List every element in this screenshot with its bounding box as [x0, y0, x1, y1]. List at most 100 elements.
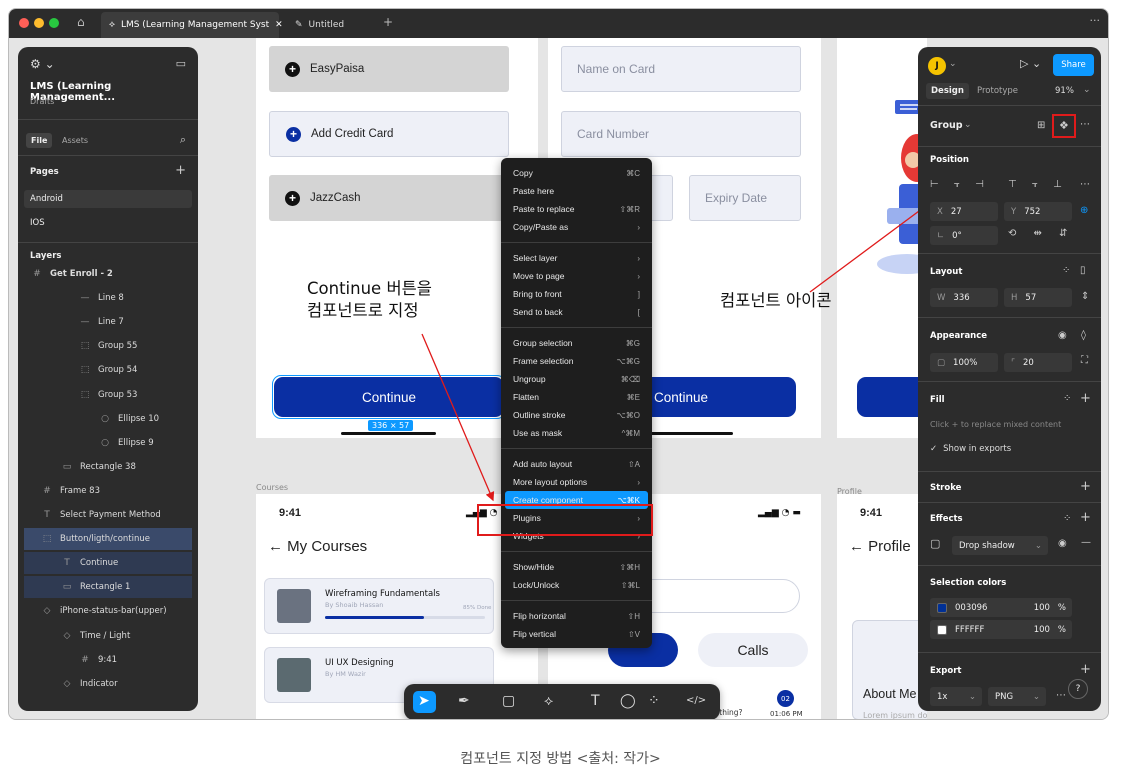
- layer-row[interactable]: #9:41: [18, 649, 198, 671]
- tab-file[interactable]: File: [26, 133, 53, 148]
- width-field[interactable]: W 336: [930, 288, 998, 307]
- frame-tool-icon[interactable]: ⟡: [544, 693, 553, 709]
- x-field[interactable]: X 27: [930, 202, 998, 221]
- window-more-button[interactable]: ···: [1090, 14, 1101, 27]
- corner-icon[interactable]: ⛶: [1081, 355, 1088, 366]
- tab-untitled[interactable]: ✎ Untitled: [287, 12, 377, 38]
- layer-row[interactable]: # Get Enroll - 2: [18, 263, 198, 285]
- layer-row[interactable]: — Line 8: [18, 287, 198, 309]
- effect-type-icon[interactable]: ▢: [930, 537, 940, 550]
- add-export-icon[interactable]: +: [1080, 662, 1091, 677]
- height-field[interactable]: H 57: [1004, 288, 1072, 307]
- more-align-icon[interactable]: ⋯: [1080, 179, 1090, 190]
- figma-menu-icon[interactable]: ⚙ ⌄: [30, 57, 55, 71]
- layer-row[interactable]: ◇ iPhone-status-bar(upper): [18, 600, 198, 622]
- layer-row[interactable]: ○ Ellipse 9: [18, 432, 198, 454]
- zoom-chevron-icon[interactable]: ⌄: [1083, 85, 1091, 95]
- group-chevron-icon[interactable]: ⌄: [964, 120, 972, 130]
- add-effect-icon[interactable]: +: [1080, 510, 1091, 525]
- menu-item[interactable]: Outline stroke ⌥⌘O: [505, 406, 648, 424]
- show-in-exports-row[interactable]: ✓ Show in exports: [930, 444, 1011, 454]
- zoom-level[interactable]: 91%: [1055, 86, 1074, 96]
- layout-grid-icon[interactable]: ▯: [1080, 265, 1086, 276]
- name-on-card-field[interactable]: Name on Card: [561, 46, 801, 92]
- tab-assets[interactable]: Assets: [62, 136, 88, 145]
- dev-mode-icon[interactable]: </>: [686, 695, 706, 706]
- distribute-icons[interactable]: ⊤ ⫟ ⊥: [1008, 179, 1068, 190]
- layer-row[interactable]: T Continue: [24, 552, 192, 575]
- selection-color-row[interactable]: 003096 100%: [930, 598, 1072, 617]
- frame-payment[interactable]: + EasyPaisa + Add Credit Card + JazzCash…: [256, 38, 538, 438]
- payment-jazzcash[interactable]: + JazzCash: [269, 175, 509, 221]
- present-icon[interactable]: ▷ ⌄: [1020, 57, 1041, 70]
- layer-row[interactable]: ◇ Time / Light: [18, 625, 198, 647]
- menu-item[interactable]: Bring to front]: [505, 285, 648, 303]
- tab-design[interactable]: Design: [926, 83, 969, 99]
- menu-item[interactable]: Lock/Unlock ⇧⌘L: [505, 576, 648, 594]
- export-scale-select[interactable]: 1x ⌄: [930, 687, 982, 706]
- remove-effect-icon[interactable]: —: [1081, 537, 1091, 548]
- minimize-window-button[interactable]: [34, 18, 44, 28]
- add-fill-icon[interactable]: +: [1080, 391, 1091, 406]
- project-title[interactable]: LMS (Learning Management...: [30, 81, 198, 103]
- menu-item[interactable]: Add auto layout ⇧A: [505, 455, 648, 473]
- menu-item[interactable]: Flip horizontal ⇧H: [505, 607, 648, 625]
- share-button[interactable]: Share: [1053, 54, 1094, 76]
- export-format-select[interactable]: PNG ⌄: [988, 687, 1046, 706]
- layer-row[interactable]: ⬚ Group 55: [18, 335, 198, 357]
- menu-item[interactable]: Paste here: [505, 182, 648, 200]
- layer-row[interactable]: # Frame 83: [18, 480, 198, 502]
- text-tool-icon[interactable]: T: [591, 693, 600, 709]
- blend-icon[interactable]: ◊: [1081, 330, 1086, 341]
- align-icons[interactable]: ⊢ ⫟ ⊣: [930, 179, 990, 190]
- close-tab-icon[interactable]: ✕: [275, 20, 283, 30]
- help-button[interactable]: ?: [1068, 679, 1088, 699]
- selection-color-row[interactable]: FFFFFF 100%: [930, 620, 1072, 639]
- close-window-button[interactable]: [19, 18, 29, 28]
- add-stroke-icon[interactable]: +: [1080, 479, 1091, 494]
- new-tab-icon[interactable]: +: [383, 15, 393, 29]
- layer-row[interactable]: ▭ Rectangle 38: [18, 456, 198, 478]
- menu-item[interactable]: Ungroup ⌘⌫: [505, 370, 648, 388]
- menu-item[interactable]: More layout options ›: [505, 473, 648, 491]
- course-card[interactable]: Wireframing Fundamentals By Shoaib Hassa…: [264, 578, 494, 634]
- constraints-icon[interactable]: ⊕: [1080, 205, 1088, 216]
- auto-layout-icon[interactable]: ⁘: [1062, 265, 1070, 276]
- avatar[interactable]: J: [928, 57, 946, 75]
- frame-illustration[interactable]: [837, 38, 927, 438]
- y-field[interactable]: Y 752: [1004, 202, 1072, 221]
- continue-button-3[interactable]: [857, 377, 927, 417]
- menu-item[interactable]: Select layer ›: [505, 249, 648, 267]
- comment-tool-icon[interactable]: ◯: [620, 693, 636, 709]
- layer-row[interactable]: ⬚ Group 54: [18, 359, 198, 381]
- rotation-field[interactable]: ∟ 0°: [930, 226, 998, 245]
- search-field[interactable]: [628, 579, 800, 613]
- layer-row[interactable]: ○ Ellipse 10: [18, 408, 198, 430]
- opacity-field[interactable]: ▢ 100%: [930, 353, 998, 372]
- frame-profile[interactable]: 9:41 ← Profile About Me Lorem ipsum dolo…: [837, 494, 927, 719]
- resize-icon[interactable]: ⇕: [1081, 291, 1089, 302]
- menu-item[interactable]: Use as mask ^⌘M: [505, 424, 648, 442]
- layer-row[interactable]: — Line 7: [18, 311, 198, 333]
- grid-icon[interactable]: ⊞: [1037, 120, 1045, 131]
- menu-item[interactable]: Flatten ⌘E: [505, 388, 648, 406]
- menu-item[interactable]: Copy/Paste as ›: [505, 218, 648, 236]
- menu-item[interactable]: Copy ⌘C: [505, 164, 648, 182]
- search-icon[interactable]: ⌕: [180, 133, 186, 147]
- tab-prototype[interactable]: Prototype: [977, 86, 1018, 96]
- payment-easypaisa[interactable]: + EasyPaisa: [269, 46, 509, 92]
- export-more-icon[interactable]: ⋯: [1056, 690, 1066, 701]
- pen-tool-icon[interactable]: ✒: [458, 693, 470, 709]
- menu-item[interactable]: Group selection ⌘G: [505, 334, 648, 352]
- layer-row[interactable]: ⬚ Group 53: [18, 384, 198, 406]
- drop-shadow-select[interactable]: Drop shadow ⌄: [952, 536, 1048, 555]
- layer-row[interactable]: ▭ Rectangle 1: [24, 576, 192, 599]
- page-android[interactable]: Android: [30, 194, 63, 204]
- sidebar-toggle-icon[interactable]: ▭: [176, 57, 186, 70]
- expiry-date-field[interactable]: Expiry Date: [689, 175, 801, 221]
- layer-row[interactable]: T Select Payment Method: [18, 504, 198, 526]
- menu-item[interactable]: Flip vertical ⇧V: [505, 625, 648, 643]
- layer-row[interactable]: ◇ Indicator: [18, 673, 198, 695]
- chevron-down-icon[interactable]: ⌄: [949, 59, 957, 69]
- add-page-icon[interactable]: +: [175, 163, 186, 178]
